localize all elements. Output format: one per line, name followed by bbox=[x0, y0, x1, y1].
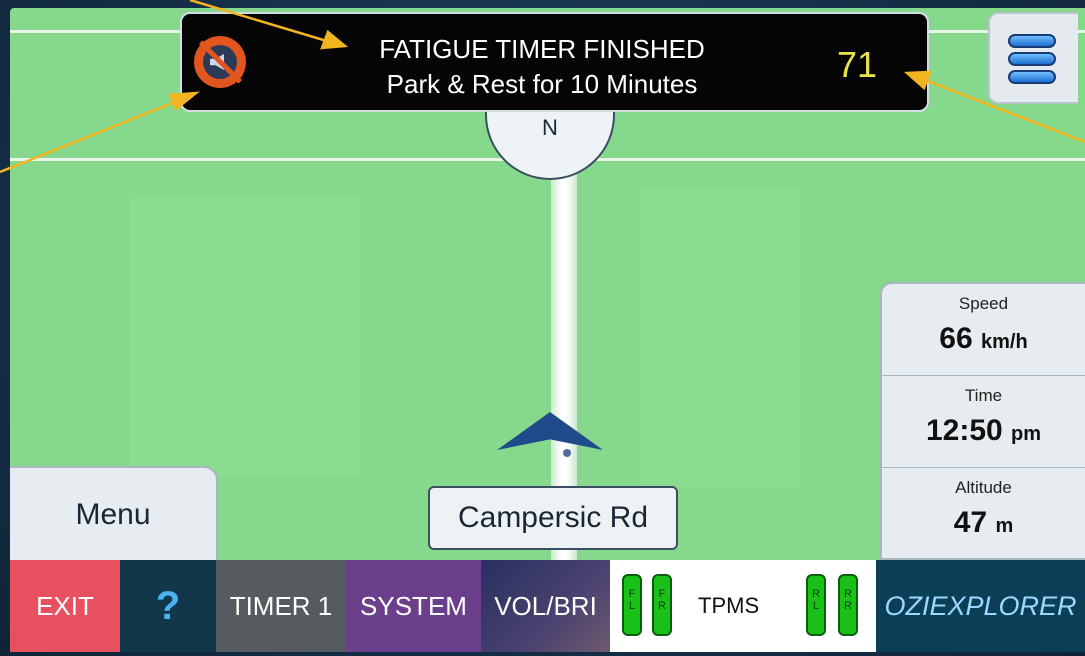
muted-speaker-icon[interactable] bbox=[194, 36, 246, 88]
alert-subtitle: Park & Rest for 10 Minutes bbox=[386, 69, 698, 99]
gps-dot-icon bbox=[563, 449, 571, 457]
timer-1-button[interactable]: TIMER 1 bbox=[216, 560, 346, 652]
alert-title: FATIGUE TIMER FINISHED bbox=[379, 34, 705, 64]
help-button[interactable]: ? bbox=[120, 560, 216, 652]
fatigue-alert-banner[interactable]: FATIGUE TIMER FINISHED Park & Rest for 1… bbox=[180, 12, 929, 112]
speed-label: Speed bbox=[958, 294, 1009, 313]
menu-bar-icon bbox=[1008, 70, 1056, 84]
time-value: 12:50 pm bbox=[925, 414, 1042, 447]
map-block bbox=[130, 198, 360, 478]
menu-bar-icon bbox=[1008, 34, 1056, 48]
tire-rear-left-icon: RL bbox=[806, 574, 826, 636]
exit-button[interactable]: EXIT bbox=[10, 560, 120, 652]
altitude-cell[interactable]: Altitude 47 m bbox=[882, 468, 1085, 560]
system-button[interactable]: SYSTEM bbox=[346, 560, 481, 652]
compass-heading: N bbox=[542, 115, 558, 140]
street-name-label[interactable]: Campersic Rd bbox=[428, 486, 678, 550]
menu-tab-button[interactable]: Menu bbox=[10, 466, 218, 562]
bottom-toolbar: EXIT ? TIMER 1 SYSTEM VOL/BRI FL FR TPMS… bbox=[10, 560, 1085, 652]
speed-cell[interactable]: Speed 66 km/h bbox=[882, 284, 1085, 376]
vol-bri-button[interactable]: VOL/BRI bbox=[481, 560, 610, 652]
speed-value: 66 km/h bbox=[939, 322, 1028, 355]
altitude-value: 47 m bbox=[953, 506, 1014, 539]
tire-front-right-icon: FR bbox=[652, 574, 672, 636]
menu-tab-label: Menu bbox=[75, 498, 151, 531]
altitude-label: Altitude bbox=[955, 478, 1012, 497]
tire-rear-right-icon: RR bbox=[838, 574, 858, 636]
tpms-label: TPMS bbox=[698, 593, 760, 618]
time-label: Time bbox=[964, 386, 1003, 405]
map-block bbox=[640, 188, 800, 488]
oziexplorer-button[interactable]: OZIEXPLORER bbox=[876, 560, 1085, 652]
tpms-button[interactable]: FL FR TPMS RL RR bbox=[610, 560, 876, 652]
menu-bar-icon bbox=[1008, 52, 1056, 66]
hamburger-menu-button[interactable] bbox=[988, 12, 1078, 104]
trip-info-panel: Speed 66 km/h Time 12:50 pm Altitude 47 … bbox=[880, 282, 1085, 560]
tire-front-left-icon: FL bbox=[622, 574, 642, 636]
time-cell[interactable]: Time 12:50 pm bbox=[882, 376, 1085, 468]
alert-countdown: 71 bbox=[836, 44, 877, 85]
